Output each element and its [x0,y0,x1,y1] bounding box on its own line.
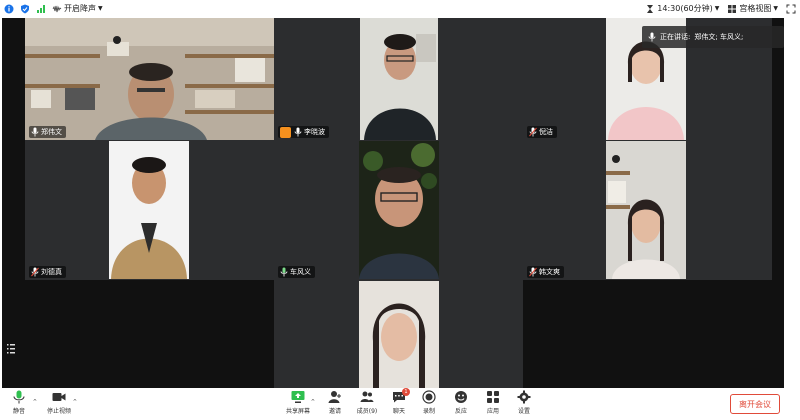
participant-name: 刘德真 [41,268,62,276]
members-button[interactable]: 成员(9) [352,390,382,420]
settings-button[interactable]: 设置 [509,390,539,420]
video-feed [359,281,439,388]
top-right-group: 14:30(60分钟) ▼ 宫格视图 ▼ [645,3,796,14]
members-icon [360,391,374,402]
microphone-muted-icon [529,127,537,137]
video-button[interactable]: 停止视频 [44,390,74,420]
microphone-icon [13,390,25,404]
fullscreen-icon[interactable] [786,4,796,14]
video-feed [360,18,438,140]
participant-nametag: 倪洁 [527,126,557,138]
apps-button[interactable]: 应用 [478,390,508,420]
participant-name: 李晓波 [304,128,325,136]
participant-tile[interactable]: 韩文爽 [523,140,772,280]
microphone-icon [294,127,302,137]
noise-reduction-label: 开启降声 [64,4,96,13]
participant-name: 韩文爽 [539,268,560,276]
members-label: 成员(9) [356,408,378,415]
chevron-down-icon: ▼ [773,5,778,12]
top-bar: 开启降声 ▼ 14:30(60分钟) ▼ 宫格视图 ▼ [0,0,800,18]
settings-label: 设置 [517,408,530,415]
noise-reduction-toggle[interactable]: 开启降声 ▼ [52,3,103,14]
timer-text: 14:30(60分钟) [657,4,713,13]
participant-name: 倪洁 [539,128,553,136]
shield-icon[interactable] [20,4,30,14]
microphone-muted-icon [529,267,537,277]
leave-meeting-button[interactable]: 离开会议 [730,394,780,414]
mute-label: 静音 [12,408,25,415]
microphone-icon [31,127,39,137]
chevron-down-icon: ▼ [98,5,103,12]
reactions-label: 反应 [454,408,467,415]
participant-nametag: 刘德真 [29,266,66,278]
participant-tile[interactable] [274,280,523,388]
chat-label: 聊天 [392,408,405,415]
side-panel-handle[interactable] [6,342,16,358]
participant-name: 郑伟文 [41,128,62,136]
share-screen-icon [291,391,305,403]
info-icon[interactable] [4,4,14,14]
participant-tile[interactable]: 刘德真 [25,140,274,280]
camera-icon [52,393,66,401]
participant-name: 车风义 [290,268,311,276]
speaking-indicator: 正在讲话: 郑伟文; 车风义; [642,26,784,48]
view-mode-label: 宫格视图 [739,4,772,13]
video-feed [359,141,439,279]
share-screen-label: 共享屏幕 [285,408,310,415]
list-icon [7,344,15,354]
share-screen-button[interactable]: 共享屏幕 [283,390,313,420]
reactions-button[interactable]: 反应 [446,390,476,420]
participant-tile[interactable]: 车风义 [274,140,523,280]
record-icon [422,390,436,404]
video-feed [606,141,686,279]
video-feed [109,141,189,279]
record-button[interactable]: 录制 [414,390,444,420]
apps-label: 应用 [486,408,499,415]
reactions-icon [455,391,467,403]
share-options-caret[interactable]: ⌃ [310,398,316,406]
invite-button[interactable]: 邀请 [320,390,350,420]
mute-button[interactable]: 静音 [4,390,34,420]
speaking-prefix: 正在讲话: [660,33,691,41]
top-left-group: 开启降声 ▼ [4,3,103,14]
participant-nametag: 李晓波 [278,126,329,138]
view-mode-button[interactable]: 宫格视图 ▼ [727,3,778,14]
microphone-icon [648,32,656,42]
grid-view-icon [728,4,737,13]
chevron-down-icon: ▼ [714,5,720,12]
participant-nametag: 韩文爽 [527,266,564,278]
video-options-caret[interactable]: ⌃ [72,398,78,406]
participant-tile[interactable]: 李晓波 [274,18,523,140]
timer[interactable]: 14:30(60分钟) ▼ [645,3,719,14]
participant-nametag: 车风义 [278,266,315,278]
mute-options-caret[interactable]: ⌃ [32,398,38,406]
gear-icon [517,390,531,404]
microphone-muted-icon [31,267,39,277]
participant-nametag: 郑伟文 [29,126,66,138]
video-feed [25,18,274,140]
hourglass-icon [647,4,654,13]
microphone-icon [280,267,288,277]
avatar [280,126,291,138]
chat-badge: 1 [402,388,410,396]
participant-tile[interactable]: 郑伟文 [25,18,274,140]
invite-user-icon [328,391,341,403]
bottom-toolbar: 静音 ⌃ 停止视频 ⌃ 共享屏幕 ⌃ 邀请 成员(9) 1 聊天 录制 反应 应… [0,388,800,420]
video-grid: 郑伟文 李晓波 倪洁 正在讲话: 郑伟文; 车风义; 刘德真 车风义 韩文爽 [2,18,784,388]
noise-reduction-icon [52,4,62,12]
chat-button[interactable]: 1 聊天 [384,388,414,420]
video-label: 停止视频 [46,408,71,415]
speaking-names: 郑伟文; 车风义; [694,33,744,41]
apps-icon [487,391,499,403]
invite-label: 邀请 [328,408,341,415]
record-label: 录制 [422,408,435,415]
signal-icon[interactable] [36,4,46,14]
